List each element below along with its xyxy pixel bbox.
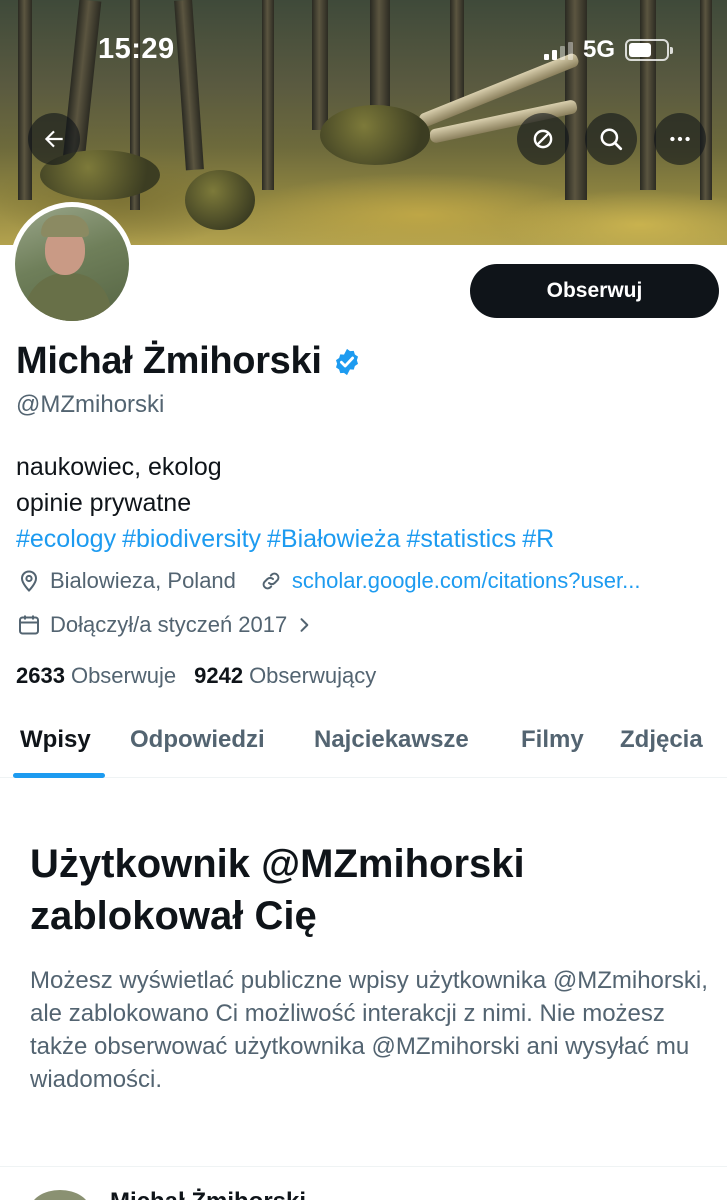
signal-icon — [543, 40, 573, 60]
refresh-icon — [533, 129, 553, 149]
tab-najciekawsze[interactable]: Najciekawsze — [314, 726, 469, 754]
profile-location: Bialowieza, Poland — [50, 568, 236, 593]
profile-banner[interactable]: 15:29 5G — [0, 0, 727, 245]
more-icon — [670, 136, 690, 142]
battery-icon — [625, 39, 673, 61]
following-count: 2633 — [16, 663, 65, 688]
more-button[interactable] — [654, 113, 706, 165]
following-label: Obserwuje — [70, 663, 177, 688]
tab-wpisy[interactable]: Wpisy — [20, 726, 91, 754]
profile-meta-row: Bialowieza, Poland scholar.google.com/ci… — [16, 568, 640, 594]
following-link[interactable]: 2633 Obserwuje — [16, 663, 176, 689]
active-tab-indicator — [13, 773, 105, 778]
search-icon — [600, 128, 623, 151]
profile-handle: @MZmihorski — [16, 391, 165, 418]
bio-line: opinie prywatne — [16, 489, 192, 517]
follow-counts: 2633 Obserwuje 9242 Obserwujący — [16, 663, 376, 689]
bio-hashtags: #ecology #biodiversity #Białowieża #statist… — [16, 521, 560, 557]
back-arrow-icon — [44, 130, 63, 148]
search-button[interactable] — [585, 113, 637, 165]
hashtag-link[interactable]: #Białowieża — [267, 525, 400, 553]
avatar[interactable] — [10, 202, 134, 326]
profile-tabs: Wpisy Odpowiedzi Najciekawsze Filmy Zdję… — [0, 708, 727, 778]
profile-joined-row[interactable]: Dołączył/a styczeń 2017 — [16, 612, 325, 638]
followers-link[interactable]: 9242 Obserwujący — [194, 663, 376, 689]
blocked-title: Użytkownik @MZmihorski zablokował Cię — [30, 842, 525, 938]
location-icon — [16, 568, 42, 594]
status-time: 15:29 — [98, 33, 175, 65]
tab-zdjecia[interactable]: Zdjęcia — [620, 726, 703, 754]
back-button[interactable] — [28, 113, 80, 165]
bio-line: naukowiec, ekolog — [16, 453, 222, 481]
profile-joined: Dołączył/a styczeń 2017 — [50, 612, 288, 637]
status-indicators: 5G — [543, 36, 673, 64]
network-label: 5G — [582, 36, 615, 63]
divider — [0, 1166, 727, 1167]
hashtag-link[interactable]: #statistics — [406, 525, 516, 553]
tab-filmy[interactable]: Filmy — [521, 726, 584, 754]
follow-button[interactable]: Obserwuj — [470, 264, 719, 318]
tab-odpowiedzi[interactable]: Odpowiedzi — [130, 726, 265, 754]
profile-bio: naukowiec, ekolog opinie prywatne #ecolo… — [16, 449, 560, 557]
hashtag-link[interactable]: #biodiversity — [122, 525, 261, 553]
profile-name-row: Michał Żmihorski — [16, 340, 362, 383]
blocked-description: Możesz wyświetlać publiczne wpisy użytko… — [30, 967, 708, 1093]
chevron-right-icon — [291, 612, 317, 638]
followers-label: Obserwujący — [249, 663, 377, 688]
refresh-button[interactable] — [517, 113, 569, 165]
verified-badge-icon — [335, 348, 358, 375]
followers-count: 9242 — [194, 663, 244, 688]
post-avatar[interactable] — [30, 1190, 90, 1200]
hashtag-link[interactable]: #R — [522, 525, 554, 553]
calendar-icon — [16, 612, 42, 638]
post-author-name[interactable]: Michał Żmihorski — [110, 1188, 306, 1200]
hashtag-link[interactable]: #ecology — [16, 525, 116, 553]
profile-name: Michał Żmihorski — [16, 340, 322, 382]
link-icon — [258, 568, 284, 594]
profile-website-link[interactable]: scholar.google.com/citations?user... — [292, 568, 641, 594]
